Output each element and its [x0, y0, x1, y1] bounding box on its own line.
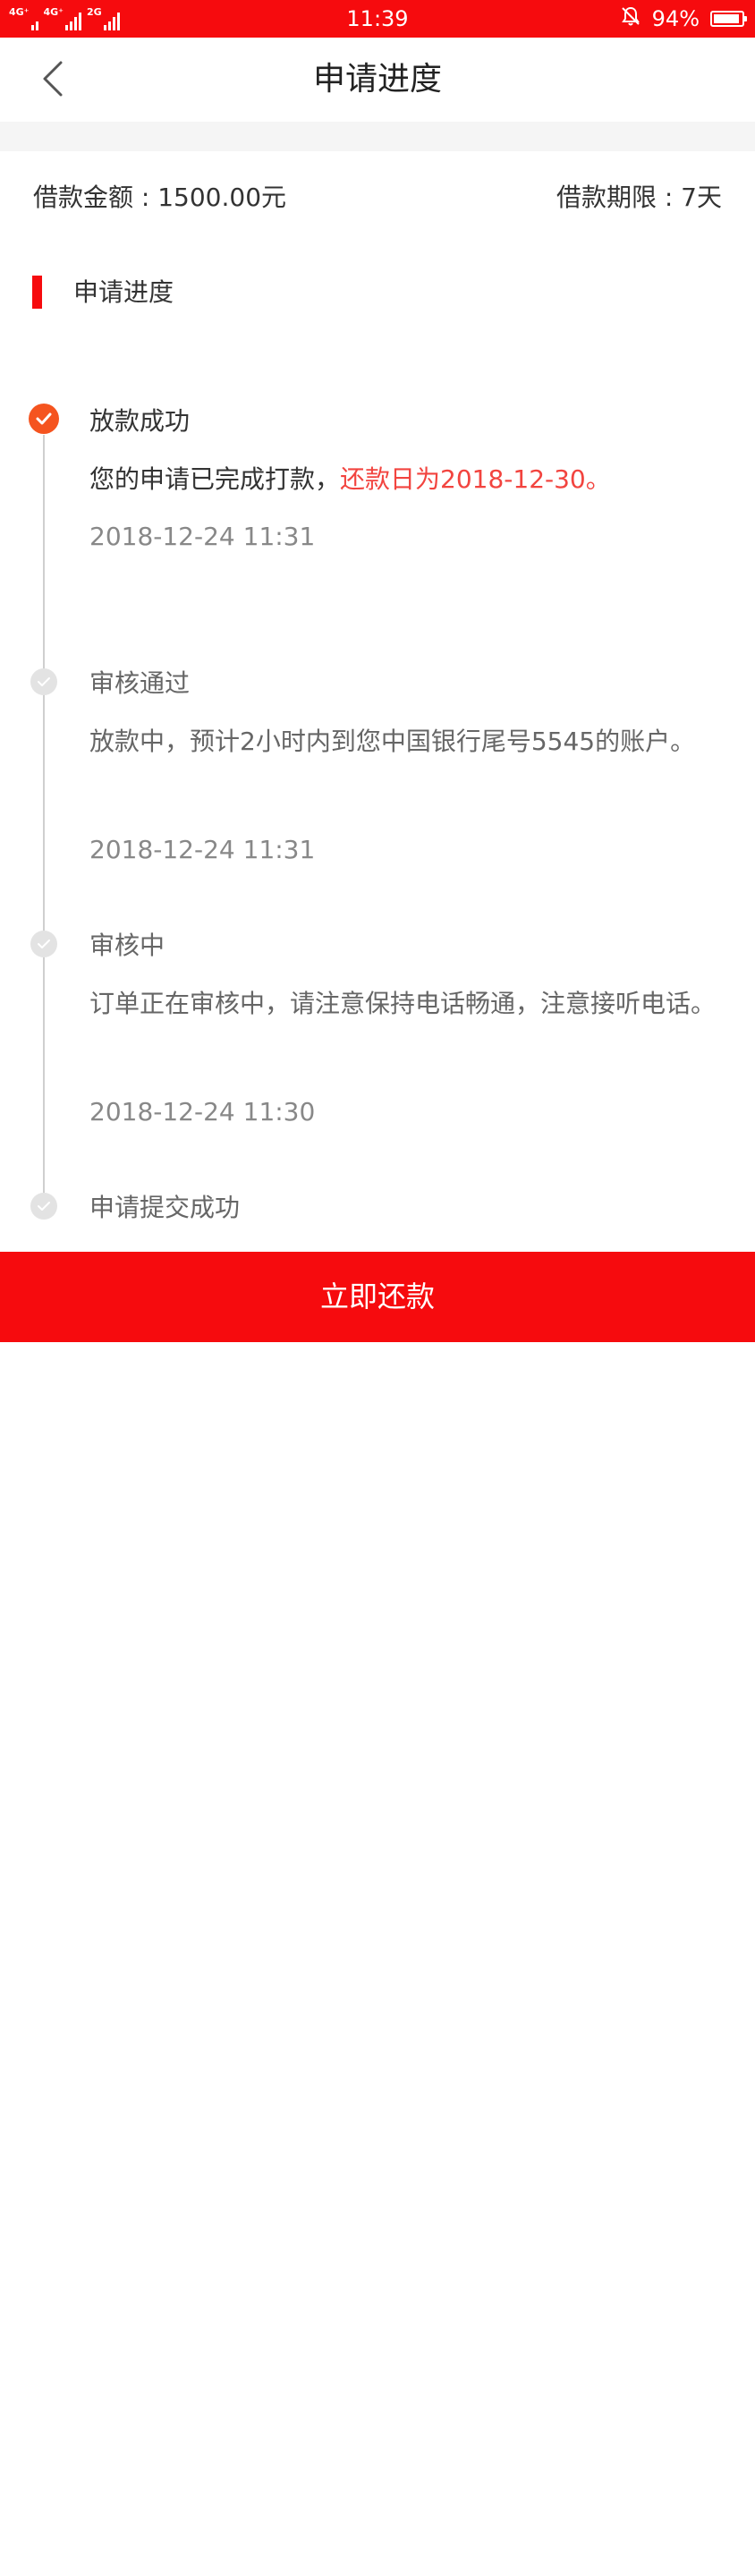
repay-now-label: 立即还款 — [319, 1279, 435, 1314]
check-icon — [29, 404, 59, 434]
step-title: 审核通过 — [89, 668, 191, 698]
battery-level — [714, 14, 739, 23]
divider-band — [0, 122, 755, 151]
step-time: 2018-12-24 11:31 — [89, 835, 316, 864]
step-time: 2018-12-24 11:30 — [89, 1097, 316, 1126]
check-icon — [30, 668, 57, 695]
battery-text: 94% — [651, 6, 700, 31]
step-description: 您的申请已完成打款，还款日为2018-12-30。 — [89, 459, 725, 500]
check-icon — [30, 931, 57, 957]
section-marker — [32, 276, 42, 309]
status-bar: 4G⁺ 4G⁺ 2G 11:39 94% — [0, 0, 755, 38]
step-title: 审核中 — [89, 931, 165, 960]
step-description: 放款中，预计2小时内到您中国银行尾号5545的账户。 — [89, 727, 696, 756]
status-right: 94% — [620, 5, 747, 32]
step-title: 放款成功 — [89, 406, 191, 436]
step-title: 申请提交成功 — [89, 1193, 241, 1222]
step-description-text: 您的申请已完成打款， — [89, 464, 341, 494]
header: 申请进度 — [0, 38, 755, 122]
section-title: 申请进度 — [73, 277, 174, 307]
step-description: 订单正在审核中，请注意保持电话畅通，注意接听电话。 — [89, 989, 717, 1018]
bell-off-icon — [620, 5, 641, 32]
timeline-line — [43, 435, 45, 1206]
check-icon — [30, 1193, 57, 1220]
watermark-logo — [670, 2523, 742, 2576]
battery-icon — [710, 11, 747, 27]
loan-amount: 借款金额 : 1500.00元 — [33, 183, 287, 212]
step-time: 2018-12-24 11:31 — [89, 522, 316, 551]
repay-now-button[interactable]: 立即还款 — [0, 1252, 755, 2576]
page-title: 申请进度 — [312, 61, 442, 98]
loan-term: 借款期限 : 7天 — [556, 183, 722, 212]
loan-info: 借款金额 : 1500.00元 借款期限 : 7天 — [0, 175, 755, 220]
repay-date-text: 还款日为2018-12-30。 — [340, 464, 611, 494]
